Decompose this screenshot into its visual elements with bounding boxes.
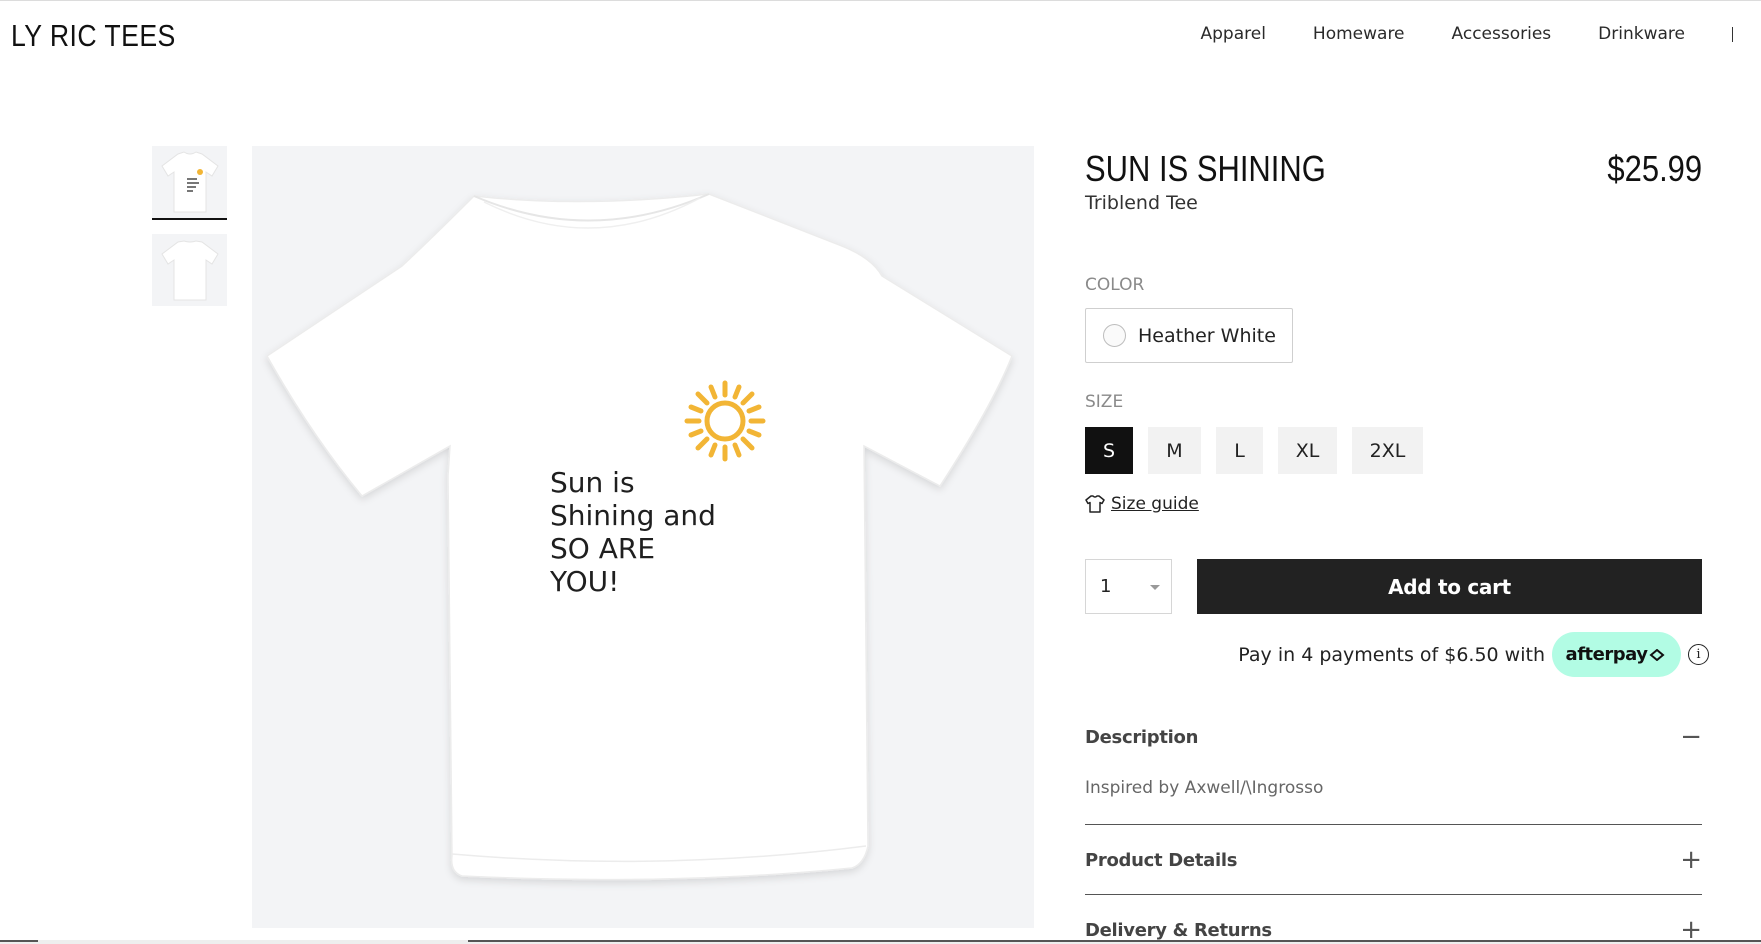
nav-drinkware[interactable]: Drinkware xyxy=(1598,24,1685,44)
thumbnail-back[interactable] xyxy=(152,234,227,306)
accordion-divider xyxy=(1085,824,1702,825)
tshirt-thumbnail-icon xyxy=(160,151,219,213)
plus-icon: + xyxy=(1680,845,1702,875)
add-to-cart-button[interactable]: Add to cart xyxy=(1197,559,1702,614)
quantity-select[interactable]: 1 xyxy=(1085,559,1172,614)
quantity-value: 1 xyxy=(1100,576,1112,597)
size-option-m[interactable]: M xyxy=(1148,427,1201,474)
product-price: $25.99 xyxy=(1607,148,1702,189)
size-option-xl[interactable]: XL xyxy=(1278,427,1337,474)
size-guide-label: Size guide xyxy=(1111,494,1199,514)
color-swatch xyxy=(1103,324,1126,347)
nav-apparel[interactable]: Apparel xyxy=(1200,24,1265,44)
afterpay-arrows-icon xyxy=(1649,648,1665,661)
info-icon[interactable]: i xyxy=(1688,644,1709,665)
color-option-heather-white[interactable]: Heather White xyxy=(1085,308,1293,363)
bottom-border xyxy=(0,940,1761,944)
thumbnail-front[interactable] xyxy=(152,146,227,218)
main-nav: Apparel Homeware Accessories Drinkware xyxy=(1200,24,1761,44)
size-selector: S M L XL 2XL xyxy=(1085,427,1438,474)
accordion-product-details-title: Product Details xyxy=(1085,849,1238,871)
size-label: SIZE xyxy=(1085,392,1124,412)
accordion-product-details-header[interactable]: Product Details + xyxy=(1085,847,1702,873)
chevron-down-icon xyxy=(1150,585,1160,590)
nav-separator xyxy=(1732,26,1733,42)
accordion-delivery-returns-title: Delivery & Returns xyxy=(1085,919,1272,941)
accordion-divider xyxy=(1085,894,1702,895)
size-option-2xl[interactable]: 2XL xyxy=(1352,427,1423,474)
product-title: SUN IS SHINING xyxy=(1085,148,1326,189)
size-option-l[interactable]: L xyxy=(1216,427,1263,474)
minus-icon: − xyxy=(1680,722,1702,752)
tshirt-outline-icon xyxy=(1085,495,1105,513)
color-label: COLOR xyxy=(1085,275,1145,295)
afterpay-badge[interactable]: afterpay xyxy=(1552,632,1681,677)
nav-homeware[interactable]: Homeware xyxy=(1313,24,1405,44)
accordion-description-body: Inspired by Axwell/\Ingrosso xyxy=(1085,778,1324,798)
thumbnail-active-indicator xyxy=(152,218,227,220)
accordion-description: Description − Inspired by Axwell/\Ingros… xyxy=(1085,724,1702,798)
afterpay-message: Pay in 4 payments of $6.50 with afterpay… xyxy=(1238,632,1709,677)
nav-accessories[interactable]: Accessories xyxy=(1452,24,1552,44)
size-guide-link[interactable]: Size guide xyxy=(1085,494,1199,514)
color-option-label: Heather White xyxy=(1138,324,1276,347)
accordion-product-details: Product Details + xyxy=(1085,847,1702,873)
afterpay-logo: afterpay xyxy=(1565,644,1648,665)
accordion-description-title: Description xyxy=(1085,726,1199,748)
sun-graphic-icon xyxy=(684,380,766,462)
top-border xyxy=(0,0,1761,1)
product-main-image[interactable]: Sun is Shining and SO ARE YOU! xyxy=(252,146,1034,928)
tshirt-print-text: Sun is Shining and SO ARE YOU! xyxy=(550,466,716,598)
size-option-s[interactable]: S xyxy=(1085,427,1133,474)
tshirt-back-thumbnail-icon xyxy=(160,240,219,301)
product-subtitle: Triblend Tee xyxy=(1085,192,1198,214)
site-logo[interactable]: LY RIC TEES xyxy=(11,18,176,54)
accordion-description-header[interactable]: Description − xyxy=(1085,724,1702,750)
afterpay-text: Pay in 4 payments of $6.50 with xyxy=(1238,643,1545,666)
